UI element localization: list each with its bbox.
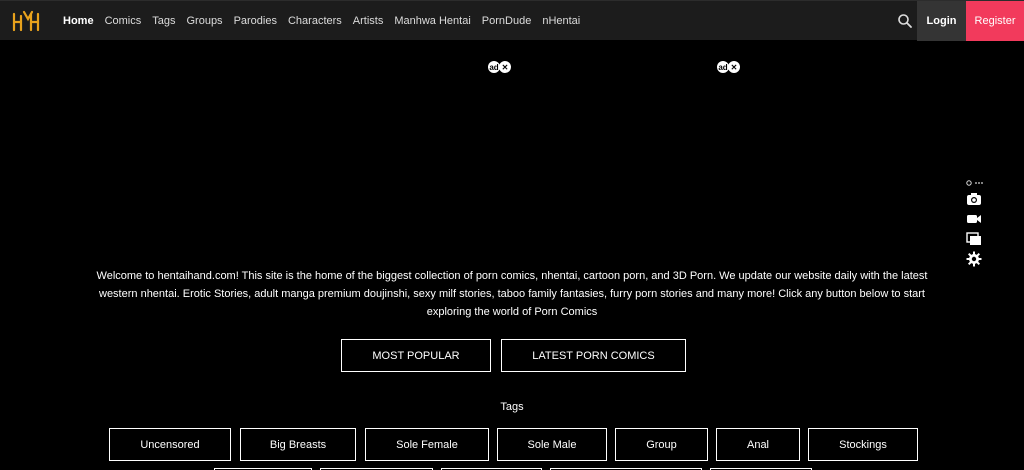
tag-sole-female[interactable]: Sole Female	[365, 428, 489, 461]
nav-manhwa-hentai[interactable]: Manhwa Hentai	[394, 15, 470, 27]
tag-sole-male[interactable]: Sole Male	[497, 428, 607, 461]
side-toolbar	[964, 176, 984, 270]
intro-text: Welcome to hentaihand.com! This site is …	[96, 270, 928, 318]
nav-comics[interactable]: Comics	[105, 15, 142, 27]
tag-anal[interactable]: Anal	[716, 428, 800, 461]
most-popular-button[interactable]: MOST POPULAR	[341, 339, 491, 372]
gear-icon[interactable]	[965, 250, 983, 268]
top-navbar: Home Comics Tags Groups Parodies Charact…	[0, 0, 1024, 41]
nav-artists[interactable]: Artists	[353, 15, 384, 27]
nav-tags[interactable]: Tags	[152, 15, 175, 27]
nav-parodies[interactable]: Parodies	[234, 15, 277, 27]
login-button[interactable]: Login	[917, 1, 966, 41]
tags-heading: Tags	[500, 401, 524, 413]
nav-groups[interactable]: Groups	[186, 15, 222, 27]
register-button[interactable]: Register	[966, 1, 1024, 41]
tag-uncensored[interactable]: Uncensored	[109, 428, 231, 461]
nav-home[interactable]: Home	[63, 15, 94, 27]
tag-big-breasts[interactable]: Big Breasts	[240, 428, 356, 461]
gallery-icon[interactable]	[965, 230, 983, 248]
tag-stockings[interactable]: Stockings	[808, 428, 918, 461]
site-logo[interactable]	[12, 10, 40, 32]
latest-porn-comics-button[interactable]: LATEST PORN COMICS	[501, 339, 686, 372]
video-icon[interactable]	[965, 210, 983, 228]
tag-group[interactable]: Group	[615, 428, 708, 461]
ad-close-control[interactable]: ad ✕	[717, 61, 740, 73]
close-icon[interactable]: ✕	[499, 61, 511, 73]
camera-icon[interactable]	[965, 190, 983, 208]
nav-porndude[interactable]: PornDude	[482, 15, 532, 27]
close-icon[interactable]: ✕	[728, 61, 740, 73]
nav-nhentai[interactable]: nHentai	[542, 15, 580, 27]
link-icon[interactable]	[966, 179, 984, 187]
main-nav: Home Comics Tags Groups Parodies Charact…	[63, 1, 591, 41]
nav-characters[interactable]: Characters	[288, 15, 342, 27]
ad-close-control[interactable]: ad ✕	[488, 61, 511, 73]
search-icon[interactable]	[897, 13, 913, 29]
